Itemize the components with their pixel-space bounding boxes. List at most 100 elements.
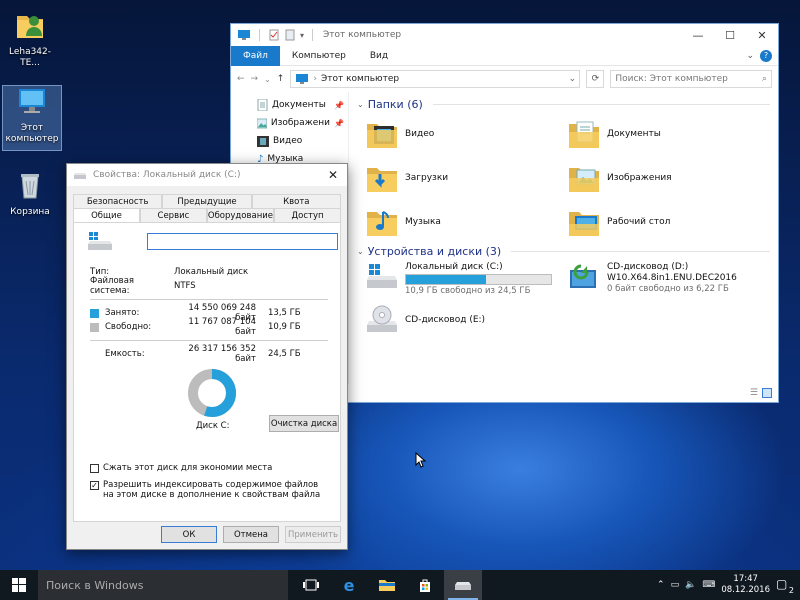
task-view-button[interactable] [292,570,330,600]
compress-checkbox[interactable] [90,464,99,473]
drive-d[interactable]: CD-дисковод (D:) W10.X64.8in1.ENU.DEC201… [567,262,767,297]
taskbar-search-box[interactable]: Поиск в Windows [38,570,288,600]
taskbar-edge[interactable]: e [330,570,368,600]
notifications-button[interactable]: ▢ 2 [776,577,794,595]
volume-name-input[interactable] [147,233,338,250]
group-title: Папки (6) [367,98,423,111]
help-icon[interactable]: ? [760,49,772,62]
folder-label: Видео [405,129,435,139]
type-value: Локальный диск [174,267,249,277]
mouse-cursor-icon [415,452,427,468]
index-label: Разрешить индексировать содержимое файло… [103,480,321,500]
tab-previous-versions[interactable]: Предыдущие версии [162,194,252,221]
user-folder-icon [17,16,43,38]
computer-icon [238,30,250,40]
folder-music[interactable]: Музыка [365,203,565,241]
capacity-gb: 24,5 ГБ [268,349,301,359]
drive-c[interactable]: Локальный диск (C:) 10,9 ГБ свободно из … [365,262,565,297]
index-option[interactable]: ✓ Разрешить индексировать содержимое фай… [90,480,328,500]
folder-desktop[interactable]: Рабочий стол [567,203,767,241]
chevron-down-icon[interactable]: ⌄ [264,75,271,84]
tab-security[interactable]: Безопасность [73,194,163,208]
chevron-down-icon[interactable]: ⌄ [746,51,754,61]
taskbar-explorer[interactable] [368,570,406,600]
desktop-folder-icon [569,212,599,236]
folders-group-header[interactable]: ⌄ Папки (6) [357,98,770,111]
divider [90,340,328,341]
drive-e[interactable]: CD-дисковод (E:) [365,305,565,335]
chevron-down-icon: ⌄ [357,100,364,109]
refresh-button[interactable]: ⟳ [586,70,605,88]
disk-cleanup-button[interactable]: Очистка диска [269,415,339,432]
search-placeholder: Поиск: Этот компьютер [615,74,728,84]
clock[interactable]: 17:47 08.12.2016 [721,574,770,596]
drive-name: CD-дисковод (D:) [607,262,689,272]
folder-label: Загрузки [405,173,449,183]
chevron-up-icon[interactable]: ⌃ [657,580,665,590]
separator [312,29,314,41]
filesystem-value: NTFS [174,281,196,291]
chevron-right-icon: › [313,74,317,84]
recycle-bin-icon [21,174,39,199]
index-checkbox[interactable]: ✓ [90,481,99,490]
close-icon[interactable]: ✕ [319,168,347,182]
folder-downloads[interactable]: Загрузки [365,159,565,197]
volume-icon[interactable]: 🔈 [685,580,696,590]
tab-computer[interactable]: Компьютер [280,46,358,66]
tab-general[interactable]: Общие [73,208,140,222]
taskbar-store[interactable] [406,570,444,600]
start-button[interactable] [0,570,38,600]
back-arrow-icon[interactable]: ← [237,74,245,84]
taskbar-disk-properties[interactable] [444,570,482,600]
close-icon[interactable]: ✕ [746,24,778,46]
explorer-title-bar: ▾ Этот компьютер — ☐ ✕ [231,24,778,46]
tab-tools[interactable]: Сервис [139,208,207,222]
chevron-down-icon[interactable]: ⌄ [565,74,579,84]
dialog-buttons: ОК Отмена Применить [161,526,341,543]
desktop-icon-user[interactable]: Leha342-TE... [0,8,60,69]
group-divider [511,251,770,252]
tab-quota[interactable]: Квота [251,194,341,208]
disk-usage-donut [188,369,236,417]
ok-button[interactable]: ОК [161,526,217,543]
drives-group-header[interactable]: ⌄ Устройства и диски (3) [357,245,770,258]
folder-documents[interactable]: Документы [567,115,767,153]
tab-sharing[interactable]: Доступ [274,208,341,222]
keyboard-icon[interactable]: ⌨ [702,580,715,590]
cancel-button[interactable]: Отмена [223,526,279,543]
separator [259,29,260,41]
tab-view[interactable]: Вид [358,46,400,66]
folder-pictures[interactable]: Изображения [567,159,767,197]
nav-item-pictures[interactable]: Изображени 📌 [231,114,348,132]
maximize-icon[interactable]: ☐ [714,24,746,46]
used-label: Занято: [105,308,140,318]
used-gb: 13,5 ГБ [268,308,301,318]
new-folder-icon[interactable] [284,29,296,41]
search-icon: ⌕ [761,74,767,84]
tab-hardware[interactable]: Оборудование [206,208,275,222]
tiles-view-icon[interactable] [762,388,772,398]
up-arrow-icon[interactable]: ↑ [277,74,285,84]
desktop-icon-this-pc[interactable]: Этот компьютер [2,85,62,151]
nav-item-video[interactable]: Видео [231,132,348,150]
folder-video[interactable]: Видео [365,115,565,153]
details-view-icon[interactable]: ☰ [750,388,758,398]
group-divider [432,104,770,105]
nav-item-documents[interactable]: Документы 📌 [231,96,348,114]
network-icon[interactable]: ▭ [671,580,680,590]
properties-icon[interactable] [268,29,280,41]
compress-option[interactable]: Сжать этот диск для экономии места [90,463,272,473]
nav-item-label: Изображени [270,118,331,128]
pin-icon[interactable]: 📌 [334,101,344,110]
capacity-row: Емкость: 26 317 156 352 байт 24,5 ГБ [90,344,328,364]
apply-button[interactable]: Применить [285,526,341,543]
search-input[interactable]: Поиск: Этот компьютер ⌕ [610,70,772,88]
chevron-down-icon[interactable]: ▾ [300,31,304,40]
windows-logo-icon [12,578,26,592]
minimize-icon[interactable]: — [682,24,714,46]
tab-file[interactable]: Файл [231,45,280,66]
desktop-icon-recycle-bin[interactable]: Корзина [0,168,60,218]
address-bar[interactable]: › Этот компьютер ⌄ [290,70,581,88]
forward-arrow-icon[interactable]: → [251,74,259,84]
pin-icon[interactable]: 📌 [334,119,344,128]
